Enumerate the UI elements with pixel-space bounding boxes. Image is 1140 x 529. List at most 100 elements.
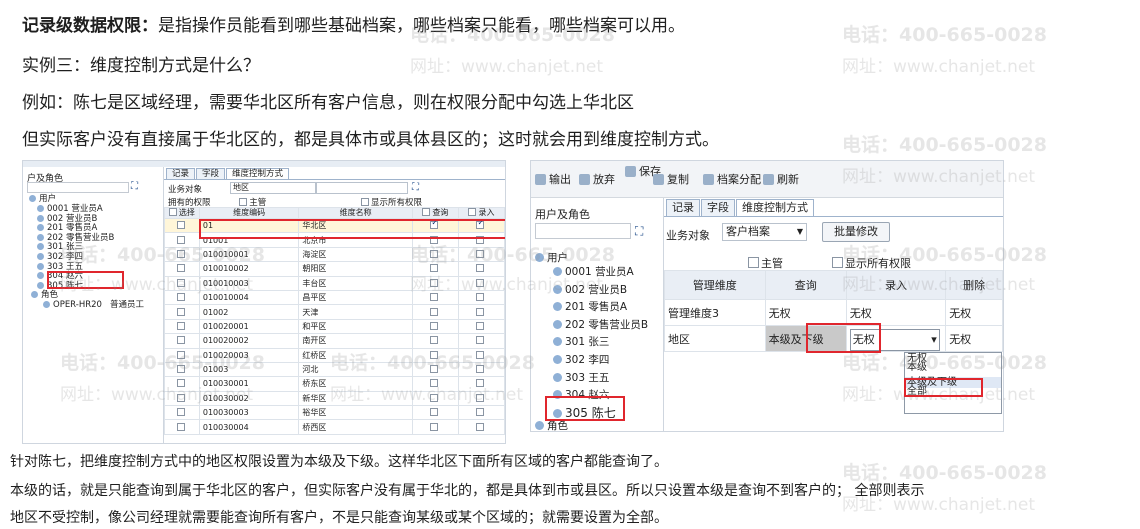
table-row[interactable]: 010030003 裕华区 [164,405,505,421]
tree-user-item[interactable]: 0001 营业员A [553,266,634,278]
tab-1[interactable]: 字段 [196,168,226,179]
tree-role-item[interactable]: OPER-HR20 普通员工 [43,300,144,310]
query-cell[interactable] [411,333,459,349]
tab-1[interactable]: 字段 [701,199,735,216]
right-master-checkbox[interactable]: 主管 [748,255,783,271]
entry-cell[interactable] [457,246,505,263]
toolbar-button-3[interactable]: 复制 [653,171,689,187]
entry-cell[interactable] [457,289,505,306]
select-cell[interactable] [164,361,200,378]
select-cell[interactable] [164,376,200,392]
select-cell[interactable] [164,318,200,335]
query-cell[interactable] [411,390,459,407]
tree-user-item[interactable]: 202 零售营业员B [37,233,114,243]
table-row[interactable]: 010030001 桥东区 [164,376,505,392]
entry-cell[interactable] [457,347,505,363]
table-row[interactable]: 010010003 丰台区 [164,275,505,291]
tree-user-item[interactable]: 201 零售员A [37,223,97,233]
entry-cell[interactable] [457,376,505,392]
entry-permission-cell[interactable]: 无权 [845,299,947,326]
tree-root-roles[interactable]: 角色 [535,420,568,431]
select-cell[interactable] [164,289,200,306]
select-cell[interactable] [164,246,200,263]
select-cell[interactable] [164,304,200,320]
select-cell[interactable] [164,390,200,407]
delete-permission-cell[interactable]: 无权 [945,299,1003,326]
entry-cell[interactable] [457,419,505,435]
tree-user-item[interactable]: 301 张三 [553,336,609,348]
select-cell[interactable] [164,333,200,349]
column-header[interactable]: 查询 [411,207,459,219]
tree-user-item[interactable]: 302 李四 [553,354,609,366]
batch-modify-button[interactable]: 批量修改 [822,222,890,242]
biz-object-select[interactable]: 客户档案 ▼ [722,223,807,241]
entry-cell[interactable] [457,275,505,291]
column-header[interactable]: 录入 [457,207,505,219]
tab-2[interactable]: 维度控制方式 [736,199,814,216]
tree-root-users[interactable]: 用户 [29,194,56,204]
toolbar-button-4[interactable]: 档案分配 [703,171,761,187]
table-row[interactable]: 010020001 和平区 [164,318,505,335]
table-row[interactable]: 010020003 红桥区 [164,347,505,363]
query-cell[interactable] [411,246,459,263]
query-permission-cell[interactable]: 无权 [764,299,847,326]
dropdown-option[interactable]: 本级 [905,362,1001,373]
select-cell[interactable] [164,419,200,435]
table-row[interactable]: 管理维度3 无权 无权 无权 [664,299,1003,326]
entry-cell[interactable] [457,390,505,407]
toolbar-button-1[interactable]: 放弃 [579,171,615,187]
query-cell[interactable] [411,275,459,291]
toolbar-button-5[interactable]: 刷新 [763,171,799,187]
tab-0[interactable]: 记录 [166,168,196,179]
column-header[interactable]: 维度编码 [198,207,300,219]
tree-root-roles[interactable]: 角色 [31,290,58,300]
query-cell[interactable] [411,318,459,335]
table-row[interactable]: 010010004 昌平区 [164,289,505,306]
left-filter-search[interactable] [316,182,408,194]
entry-cell[interactable] [457,318,505,335]
left-filter-select[interactable]: 地区 [230,182,316,194]
query-cell[interactable] [411,289,459,306]
tree-user-item[interactable]: 002 营业员B [553,284,627,296]
column-header[interactable]: 删除 [945,270,1003,300]
column-header[interactable]: 查询 [764,270,847,300]
right-show-all-checkbox[interactable]: 显示所有权限 [832,255,911,271]
table-row[interactable]: 01002 天津 [164,304,505,320]
select-cell[interactable] [164,217,200,234]
tree-user-item[interactable]: 201 零售员A [553,301,627,313]
column-header[interactable]: 维度名称 [298,207,413,219]
tree-root-users[interactable]: 用户 [535,252,568,264]
column-header[interactable]: 选择 [164,207,200,219]
column-header[interactable]: 管理维度 [664,270,766,300]
tree-user-item[interactable]: 302 李四 [37,252,83,262]
query-cell[interactable] [411,419,459,435]
query-cell[interactable] [411,304,459,320]
toolbar-button-0[interactable]: 输出 [535,171,571,187]
table-row[interactable]: 010030002 新华区 [164,390,505,407]
tree-user-item[interactable]: 303 王五 [553,372,609,384]
tree-user-item[interactable]: 202 零售营业员B [553,319,648,331]
entry-cell[interactable] [457,361,505,378]
left-tree-search[interactable] [27,182,129,193]
entry-cell[interactable] [457,261,505,277]
tab-2[interactable]: 维度控制方式 [226,168,290,179]
tab-0[interactable]: 记录 [666,199,700,216]
column-header[interactable]: 录入 [845,270,947,300]
table-row[interactable]: 01003 河北 [164,361,505,378]
select-cell[interactable] [164,347,200,363]
right-tree-search[interactable] [535,223,631,239]
entry-cell[interactable] [457,333,505,349]
tree-user-item[interactable]: 0001 营业员A [37,204,103,214]
table-row[interactable]: 010010002 朝阳区 [164,261,505,277]
query-cell[interactable] [411,347,459,363]
binoculars-icon[interactable]: ⛶ [131,181,138,192]
entry-cell[interactable] [457,304,505,320]
binoculars-icon[interactable]: ⛶ [412,182,419,193]
query-cell[interactable] [411,405,459,421]
table-row[interactable]: 010030004 桥西区 [164,419,505,435]
tree-user-item[interactable]: 301 张三 [37,242,83,252]
delete-permission-cell[interactable]: 无权 [945,325,1003,352]
table-row[interactable]: 010020002 南开区 [164,333,505,349]
query-cell[interactable] [411,361,459,378]
query-cell[interactable] [411,376,459,392]
